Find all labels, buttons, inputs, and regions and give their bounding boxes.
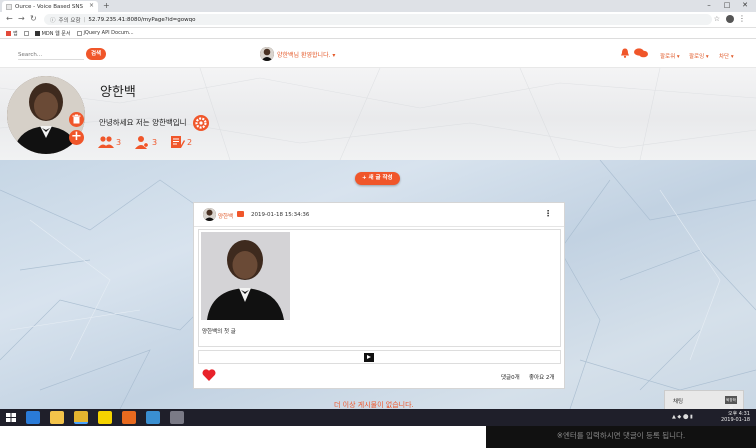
tab-title: Ource - Voice Based SNS bbox=[15, 3, 83, 10]
like-count[interactable]: 좋아요 2개 bbox=[529, 373, 555, 381]
profile-name: 양한백 bbox=[100, 85, 136, 100]
app-navbar: 검색 양한백님 환영합니다. ▾ 팔로워 ▾ 팔로잉 ▾ 차단 ▾ bbox=[0, 40, 756, 68]
forward-icon[interactable]: → bbox=[18, 14, 25, 23]
add-photo-button[interactable]: + bbox=[69, 130, 84, 145]
info-icon[interactable]: ⓘ bbox=[50, 16, 56, 24]
bookmark-mdn[interactable]: MDN 웹 문서 bbox=[34, 30, 71, 37]
firefox-icon[interactable] bbox=[122, 411, 136, 424]
audio-player bbox=[198, 350, 561, 364]
posts-icon bbox=[171, 136, 185, 148]
post-body: 양한백의 첫 글 bbox=[198, 229, 561, 347]
tray-icons[interactable]: ▲ ◆ ⬤ ▮ bbox=[672, 414, 693, 420]
search-button[interactable]: 검색 bbox=[86, 48, 106, 60]
bell-icon[interactable] bbox=[620, 48, 630, 58]
following-stat[interactable]: 3 bbox=[134, 135, 157, 149]
chat-title: 채팅 bbox=[673, 399, 684, 405]
bookmark-apps[interactable]: 앱 bbox=[6, 30, 18, 37]
new-tab-button[interactable]: + bbox=[103, 1, 110, 10]
post-timestamp: 2019-01-18 15:34:36 bbox=[251, 212, 310, 218]
url-text: 52.79.235.41:8080/myPage?id=gowqo bbox=[88, 16, 196, 23]
page-favicon-icon bbox=[6, 3, 12, 10]
play-icon[interactable] bbox=[364, 353, 374, 362]
comment-count[interactable]: 댓글0개 bbox=[501, 373, 520, 381]
account-icon[interactable] bbox=[726, 15, 734, 23]
block-menu[interactable]: 차단 ▾ bbox=[719, 52, 734, 60]
apps-grid-icon bbox=[6, 30, 11, 36]
profile-header: + 양한백 안녕하세요 저는 양한백입니 3 3 2 bbox=[0, 68, 756, 160]
maximize-icon[interactable]: □ bbox=[718, 0, 736, 12]
followers-menu[interactable]: 팔로워 ▾ bbox=[660, 52, 680, 60]
settings-button[interactable] bbox=[193, 115, 209, 131]
tab-close-icon[interactable]: × bbox=[89, 2, 94, 9]
voice-badge-icon bbox=[237, 211, 244, 217]
url-bar[interactable]: ⓘ 주의 요함 | 52.79.235.41:8080/myPage?id=go… bbox=[44, 14, 712, 25]
app-icon-2[interactable] bbox=[170, 411, 184, 424]
delete-photo-button[interactable] bbox=[69, 112, 84, 127]
post-menu-icon[interactable]: ⋮ bbox=[544, 209, 552, 218]
trash-icon bbox=[72, 114, 81, 124]
post-header: 양한백 2019-01-18 15:34:36 ⋮ bbox=[194, 203, 564, 227]
address-bar-row: ← → ↻ ⓘ 주의 요함 | 52.79.235.41:8080/myPage… bbox=[0, 12, 756, 28]
search-input[interactable] bbox=[18, 50, 84, 60]
following-menu[interactable]: 팔로잉 ▾ bbox=[689, 52, 709, 60]
page-icon bbox=[23, 30, 29, 36]
posts-stat[interactable]: 2 bbox=[169, 135, 192, 149]
chat-icon[interactable] bbox=[634, 48, 648, 58]
browser-menu-icon[interactable]: ⋮ bbox=[738, 14, 746, 23]
chat-widget[interactable]: 채팅 퇴장하기 bbox=[664, 390, 744, 410]
avatar bbox=[260, 47, 274, 61]
no-more-posts-text: 더 이상 게시물이 없습니다. bbox=[334, 401, 414, 409]
chrome-icon[interactable] bbox=[74, 411, 88, 424]
reload-icon[interactable]: ↻ bbox=[30, 14, 37, 23]
back-icon[interactable]: ← bbox=[6, 14, 13, 23]
mdn-icon bbox=[34, 30, 40, 36]
page-icon bbox=[76, 30, 82, 36]
file-explorer-icon[interactable] bbox=[50, 411, 64, 424]
heart-icon[interactable] bbox=[202, 369, 216, 381]
kakaotalk-icon[interactable] bbox=[98, 411, 112, 424]
security-label: 주의 요함 bbox=[58, 17, 81, 24]
browser-tab-bar: Ource - Voice Based SNS × + – □ ✕ bbox=[0, 0, 756, 12]
minimize-icon[interactable]: – bbox=[700, 0, 718, 12]
following-icon bbox=[135, 136, 149, 149]
post-author[interactable]: 양한백 bbox=[218, 212, 233, 220]
windows-start-icon[interactable] bbox=[4, 411, 18, 424]
browser-tab[interactable]: Ource - Voice Based SNS × bbox=[2, 1, 98, 12]
bookmark-page[interactable] bbox=[23, 30, 29, 36]
url-separator: | bbox=[83, 16, 86, 23]
post-card: 양한백 2019-01-18 15:34:36 ⋮ 양한백의 첫 글 댓글0개 … bbox=[193, 202, 565, 389]
window-close-icon[interactable]: ✕ bbox=[736, 0, 754, 12]
system-clock[interactable]: 오후 4:31 2019-01-18 bbox=[721, 411, 750, 423]
followers-icon bbox=[98, 136, 114, 148]
new-post-button[interactable]: + 새 글 작성 bbox=[355, 172, 400, 185]
user-menu[interactable]: 양한백님 환영합니다. ▾ bbox=[260, 47, 335, 61]
following-count: 3 bbox=[152, 137, 158, 147]
windows-taskbar: ▲ ◆ ⬤ ▮ 오후 4:31 2019-01-18 bbox=[0, 409, 756, 426]
clock-date: 2019-01-18 bbox=[720, 417, 750, 423]
post-text: 양한백의 첫 글 bbox=[202, 329, 236, 335]
profile-bio: 안녕하세요 저는 양한백입니 bbox=[99, 118, 187, 127]
ie-icon[interactable] bbox=[26, 411, 40, 424]
bookmark-star-icon[interactable]: ☆ bbox=[714, 15, 720, 23]
posts-count: 2 bbox=[187, 137, 193, 147]
followers-count: 3 bbox=[116, 137, 122, 147]
chat-exit-button[interactable]: 퇴장하기 bbox=[725, 396, 737, 410]
app-icon[interactable] bbox=[146, 411, 160, 424]
comment-input-bar[interactable]: ※엔터를 입력하시면 댓글이 등록 됩니다. bbox=[486, 426, 756, 448]
welcome-text: 양한백님 환영합니다. ▾ bbox=[277, 51, 336, 59]
followers-stat[interactable]: 3 bbox=[98, 135, 121, 149]
post-image[interactable] bbox=[201, 232, 290, 320]
gear-icon bbox=[195, 117, 207, 129]
bookmark-jquery[interactable]: jQuery API Docum... bbox=[76, 30, 134, 36]
author-avatar[interactable] bbox=[203, 208, 216, 221]
bookmarks-bar: 앱 MDN 웹 문서 jQuery API Docum... bbox=[0, 28, 756, 39]
feed-area[interactable]: + 새 글 작성 양한백 2019-01-18 15:34:36 ⋮ 양한백의 … bbox=[0, 160, 756, 409]
